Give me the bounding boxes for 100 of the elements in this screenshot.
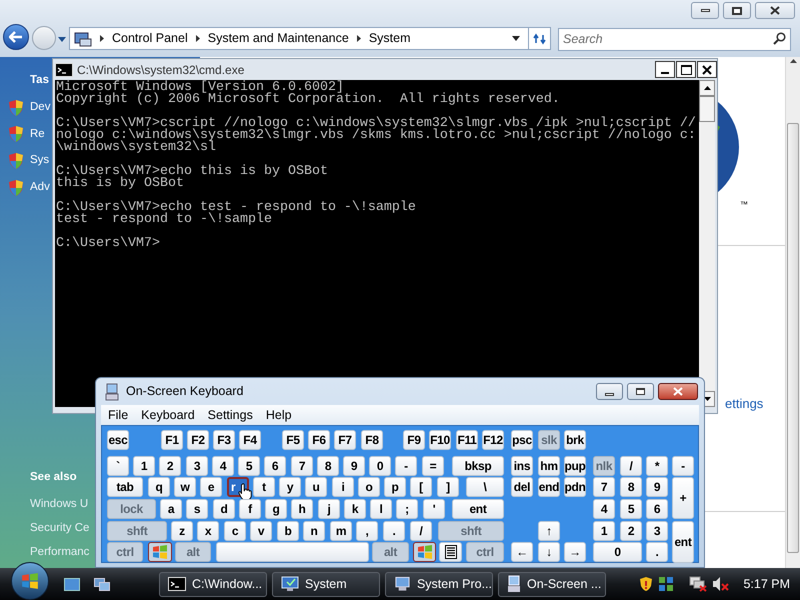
- key-cap[interactable]: g: [265, 499, 287, 519]
- key-cap[interactable]: ;: [396, 499, 418, 519]
- key-cap[interactable]: [: [410, 477, 432, 497]
- key-cap[interactable]: 5: [238, 456, 260, 476]
- modifier-key[interactable]: shft: [107, 521, 167, 541]
- key-cap[interactable]: o: [358, 477, 380, 497]
- close-button[interactable]: [697, 61, 717, 78]
- key-cap[interactable]: =: [422, 456, 444, 476]
- key-cap[interactable]: 4: [593, 499, 615, 519]
- key-cap[interactable]: s: [186, 499, 208, 519]
- key-cap[interactable]: 1: [133, 456, 155, 476]
- task-link[interactable]: Re: [30, 126, 45, 143]
- key-cap[interactable]: x: [197, 521, 219, 541]
- key-cap[interactable]: ←: [511, 542, 533, 562]
- scroll-thumb[interactable]: [699, 96, 715, 122]
- key-cap[interactable]: F2: [187, 430, 209, 450]
- key-cap[interactable]: 2: [159, 456, 181, 476]
- key-cap[interactable]: v: [250, 521, 272, 541]
- key-cap[interactable]: ↑: [538, 521, 560, 541]
- key-cap[interactable]: ent: [452, 499, 504, 519]
- key-cap[interactable]: psc: [511, 430, 533, 450]
- key-cap[interactable]: y: [279, 477, 301, 497]
- key-cap[interactable]: ': [423, 499, 445, 519]
- scrollbar[interactable]: [699, 80, 715, 407]
- windows-key[interactable]: [413, 542, 436, 562]
- show-desktop-button[interactable]: [63, 576, 81, 592]
- key-cap[interactable]: f: [239, 499, 261, 519]
- key-cap[interactable]: F1: [161, 430, 183, 450]
- scrollbar[interactable]: [785, 57, 800, 568]
- key-cap[interactable]: esc: [107, 430, 129, 450]
- key-cap[interactable]: `: [107, 456, 129, 476]
- minimize-button[interactable]: [655, 61, 675, 78]
- key-cap[interactable]: F6: [308, 430, 330, 450]
- key-cap[interactable]: q: [148, 477, 170, 497]
- close-button[interactable]: [658, 383, 698, 400]
- search-field[interactable]: Search: [558, 28, 791, 50]
- modifier-key[interactable]: alt: [175, 542, 211, 562]
- key-cap[interactable]: 7: [291, 456, 313, 476]
- key-cap[interactable]: +: [672, 477, 694, 519]
- taskbar-button[interactable]: On-Screen ...: [498, 572, 606, 596]
- key-cap[interactable]: k: [344, 499, 366, 519]
- key-cap[interactable]: ]: [437, 477, 459, 497]
- key-cap[interactable]: 6: [646, 499, 668, 519]
- key-cap[interactable]: brk: [564, 430, 586, 450]
- key-cap[interactable]: bksp: [452, 456, 504, 476]
- key-cap[interactable]: 3: [186, 456, 208, 476]
- key-cap[interactable]: 9: [646, 477, 668, 497]
- key-cap[interactable]: w: [174, 477, 196, 497]
- key-cap[interactable]: \: [466, 477, 504, 497]
- clock[interactable]: 5:17 PM: [743, 574, 790, 594]
- key-cap[interactable]: /: [410, 521, 432, 541]
- breadcrumb-item[interactable]: Control Panel: [112, 29, 188, 48]
- menu-item[interactable]: Settings: [208, 406, 253, 424]
- key-cap[interactable]: ent: [672, 521, 694, 563]
- key-cap[interactable]: *: [646, 456, 668, 476]
- key-cap[interactable]: 8: [620, 477, 642, 497]
- key-cap[interactable]: 6: [264, 456, 286, 476]
- key-cap[interactable]: i: [332, 477, 354, 497]
- key-cap[interactable]: F7: [334, 430, 356, 450]
- key-cap[interactable]: l: [370, 499, 392, 519]
- key-cap[interactable]: 0: [593, 542, 642, 562]
- breadcrumb-item[interactable]: System and Maintenance: [208, 29, 349, 48]
- key-cap[interactable]: 7: [593, 477, 615, 497]
- key-cap[interactable]: h: [291, 499, 313, 519]
- key-cap[interactable]: F10: [429, 430, 451, 450]
- maximize-button[interactable]: [676, 61, 696, 78]
- modifier-key[interactable]: alt: [372, 542, 409, 562]
- key-cap[interactable]: 1: [593, 521, 615, 541]
- start-button[interactable]: [11, 562, 49, 600]
- key-cap[interactable]: 4: [212, 456, 234, 476]
- key-cap[interactable]: a: [160, 499, 182, 519]
- task-link[interactable]: Dev: [30, 98, 50, 116]
- key-cap[interactable]: .: [646, 542, 668, 562]
- key-cap[interactable]: 8: [317, 456, 339, 476]
- key-cap[interactable]: F11: [456, 430, 478, 450]
- hovered-key[interactable]: r: [227, 477, 249, 497]
- key-cap[interactable]: F5: [282, 430, 304, 450]
- refresh-button[interactable]: [529, 27, 551, 50]
- menu-item[interactable]: File: [108, 406, 128, 424]
- taskbar-button[interactable]: System Pro...: [385, 572, 493, 596]
- key-cap[interactable]: F8: [361, 430, 383, 450]
- key-cap[interactable]: n: [303, 521, 325, 541]
- close-button[interactable]: [755, 2, 795, 19]
- key-cap[interactable]: hm: [538, 456, 560, 476]
- key-cap[interactable]: F3: [213, 430, 235, 450]
- key-cap[interactable]: 5: [620, 499, 642, 519]
- key-cap[interactable]: ↓: [538, 542, 560, 562]
- taskbar-button[interactable]: System: [272, 572, 380, 596]
- menu-key[interactable]: [439, 542, 462, 562]
- key-cap[interactable]: tab: [107, 477, 143, 497]
- modifier-key[interactable]: shft: [438, 521, 504, 541]
- key-cap[interactable]: t: [253, 477, 275, 497]
- key-cap[interactable]: pdn: [564, 477, 586, 497]
- key-cap[interactable]: 3: [646, 521, 668, 541]
- modifier-key[interactable]: nlk: [593, 456, 615, 476]
- key-cap[interactable]: z: [171, 521, 193, 541]
- key-cap[interactable]: b: [277, 521, 299, 541]
- key-cap[interactable]: ins: [511, 456, 533, 476]
- key-cap[interactable]: →: [564, 542, 586, 562]
- key-cap[interactable]: F4: [239, 430, 261, 450]
